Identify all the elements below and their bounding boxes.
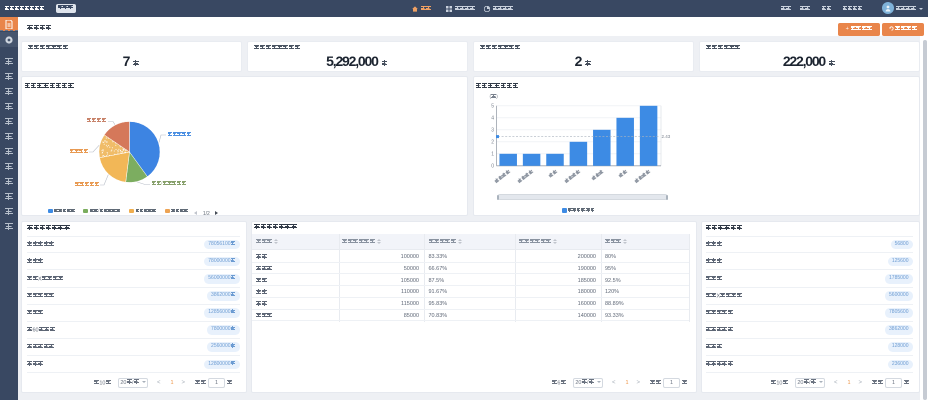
svg-text:2: 2 (491, 140, 494, 146)
svg-text:1: 1 (491, 152, 494, 158)
svg-text:3: 3 (491, 128, 494, 134)
svg-text:5: 5 (491, 104, 494, 110)
svg-text:0: 0 (491, 164, 494, 170)
svg-text:4: 4 (491, 116, 494, 122)
